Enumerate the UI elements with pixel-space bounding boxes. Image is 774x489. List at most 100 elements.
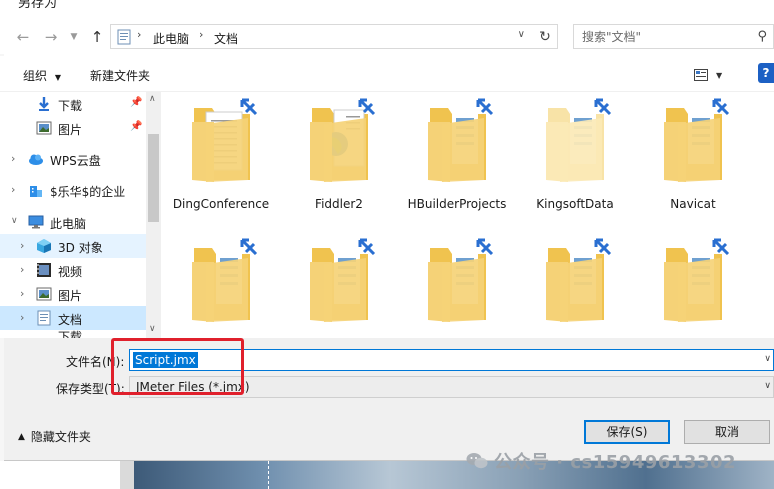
sidebar-item-label: 视频: [58, 265, 83, 279]
chevron-down-icon[interactable]: ∨: [764, 381, 771, 391]
video-icon: [37, 263, 51, 277]
pin-icon: 📌: [130, 121, 143, 132]
wechat-icon: [466, 453, 488, 469]
expand-arrow-icon[interactable]: ›: [11, 183, 15, 196]
sidebar-item-videos[interactable]: › 视频: [0, 258, 146, 282]
sidebar-item-label: 文档: [58, 313, 83, 327]
folder-name: Navicat: [670, 197, 716, 211]
cloud-icon: [29, 154, 43, 165]
scroll-up-icon[interactable]: ∧: [149, 94, 156, 104]
sidebar-item-label: 此电脑: [50, 217, 87, 231]
chevron-down-icon[interactable]: ∨: [764, 354, 771, 364]
scrollbar-thumb[interactable]: [148, 134, 159, 222]
refresh-button[interactable]: ↻: [533, 24, 558, 49]
search-icon[interactable]: ⚲: [757, 29, 767, 44]
sidebar-item-label: 图片: [58, 289, 83, 303]
expand-arrow-icon[interactable]: ›: [20, 263, 24, 276]
navigation-scrollbar[interactable]: ∧ ∨: [146, 92, 161, 338]
chevron-down-icon[interactable]: ∨: [518, 29, 525, 40]
hide-folders-button[interactable]: ▲ 隐藏文件夹: [18, 428, 91, 445]
file-list: DingConference Fiddler2 HBuilderProjects Ki…: [162, 92, 774, 338]
expand-arrow-icon[interactable]: ›: [20, 311, 24, 324]
arrow-up-icon: ↑: [90, 28, 104, 46]
recent-locations-button[interactable]: ▼: [63, 26, 85, 48]
sidebar-item-this-pc[interactable]: ∨ 此电脑: [0, 210, 146, 234]
arrow-left-icon: ←: [16, 28, 30, 46]
folder-item[interactable]: Tencent Files: [162, 232, 280, 338]
sidebar-item-3d-objects[interactable]: › 3D 对象: [0, 234, 146, 258]
address-bar: ← → ▼ ↑ › 此电脑 › 文档 ∨ ↻ ⚲: [0, 20, 774, 54]
folder-name: Fiddler2: [315, 197, 363, 211]
document-folder-icon: [117, 29, 131, 45]
folder-item[interactable]: Navicat: [634, 92, 752, 232]
folder-name: DingConference: [172, 197, 270, 211]
background-panel: [120, 461, 134, 489]
folder-name: KingsoftData: [536, 197, 614, 211]
highlight-annotation: [111, 338, 244, 395]
save-button[interactable]: 保存(S): [584, 420, 670, 444]
new-folder-button[interactable]: 新建文件夹: [90, 67, 150, 84]
breadcrumb-separator-icon: ›: [137, 28, 142, 41]
chevron-down-icon: ▼: [54, 73, 61, 82]
expand-arrow-icon[interactable]: ›: [11, 152, 15, 165]
address-box[interactable]: › 此电脑 › 文档 ∨: [110, 24, 558, 49]
folder-item[interactable]: KingsoftData: [516, 92, 634, 232]
search-input[interactable]: [582, 29, 742, 45]
save-options-panel: 文件名(N): Script.jmx ∨ 保存类型(T): JMeter Fil…: [4, 338, 774, 460]
sidebar-item-documents[interactable]: › 文档: [0, 306, 146, 330]
watermark-text: 公众号 · cs15949613302: [494, 452, 737, 473]
folder-item[interactable]: WeChat Files: [634, 232, 752, 338]
back-button[interactable]: ←: [12, 26, 34, 48]
folder-item[interactable]: TencentMeeting: [398, 232, 516, 338]
sidebar-item-downloads-quick[interactable]: 下载 📌: [0, 92, 146, 116]
view-options-icon: [694, 69, 708, 81]
sidebar-item-label: WPS云盘: [50, 154, 101, 168]
arrow-right-icon: →: [44, 28, 58, 46]
search-box[interactable]: ⚲: [573, 24, 774, 49]
cube-icon: [37, 239, 51, 253]
chevron-down-icon: ▼: [70, 32, 78, 42]
organize-button[interactable]: 组织 ▼: [23, 67, 61, 84]
help-button[interactable]: ?: [758, 63, 774, 83]
document-icon: [37, 310, 51, 326]
command-bar: 组织 ▼ 新建文件夹 ▼ ?: [0, 56, 774, 92]
sidebar-item-label: 图片: [58, 123, 83, 137]
sidebar-item-label: 3D 对象: [58, 241, 103, 255]
computer-icon: [28, 215, 44, 229]
watermark: 公众号 · cs15949613302: [466, 448, 736, 474]
download-icon: [39, 97, 49, 111]
breadcrumb-documents[interactable]: 文档: [214, 30, 238, 47]
hide-folders-label: 隐藏文件夹: [30, 430, 91, 444]
up-button[interactable]: ↑: [86, 26, 108, 48]
sidebar-item-label: $乐华$的企业: [50, 185, 126, 199]
folder-item[interactable]: HBuilderProjects: [398, 92, 516, 232]
refresh-icon: ↻: [539, 28, 551, 45]
folder-item[interactable]: Fiddler2: [280, 92, 398, 232]
pin-icon: 📌: [130, 97, 143, 108]
folder-item[interactable]: DingConference: [162, 92, 280, 232]
navigation-pane: 下载 📌 图片 📌 › WPS云盘 › $乐华$的企业 ∨ 此电脑 › 3D 对…: [0, 92, 162, 338]
chevron-up-icon: ▲: [18, 431, 25, 442]
sidebar-item-pictures[interactable]: › 图片: [0, 282, 146, 306]
sidebar-item-downloads[interactable]: 下载: [0, 330, 146, 338]
collapse-arrow-icon[interactable]: ∨: [11, 216, 18, 226]
folder-item[interactable]: Virtual: [516, 232, 634, 338]
scroll-down-icon[interactable]: ∨: [149, 324, 156, 334]
sidebar-item-label: 下载: [58, 99, 83, 113]
expand-arrow-icon[interactable]: ›: [20, 239, 24, 252]
breadcrumb-separator-icon: ›: [199, 28, 204, 41]
background-guide-line: [268, 461, 269, 489]
title-bar: 另存为: [0, 0, 774, 20]
sidebar-item-enterprise[interactable]: › $乐华$的企业: [0, 178, 146, 202]
expand-arrow-icon[interactable]: ›: [20, 287, 24, 300]
sidebar-item-pictures-quick[interactable]: 图片 📌: [0, 116, 146, 140]
folder-item[interactable]: Tencent OD: [280, 232, 398, 338]
view-options-button[interactable]: ▼: [694, 65, 736, 85]
chevron-down-icon: ▼: [716, 70, 723, 80]
breadcrumb-this-pc[interactable]: 此电脑: [153, 30, 189, 47]
sidebar-item-wps-cloud[interactable]: › WPS云盘: [0, 147, 146, 171]
forward-button[interactable]: →: [40, 26, 62, 48]
folder-name: HBuilderProjects: [407, 197, 507, 211]
cancel-button[interactable]: 取消: [684, 420, 770, 444]
pictures-icon: [36, 287, 52, 301]
